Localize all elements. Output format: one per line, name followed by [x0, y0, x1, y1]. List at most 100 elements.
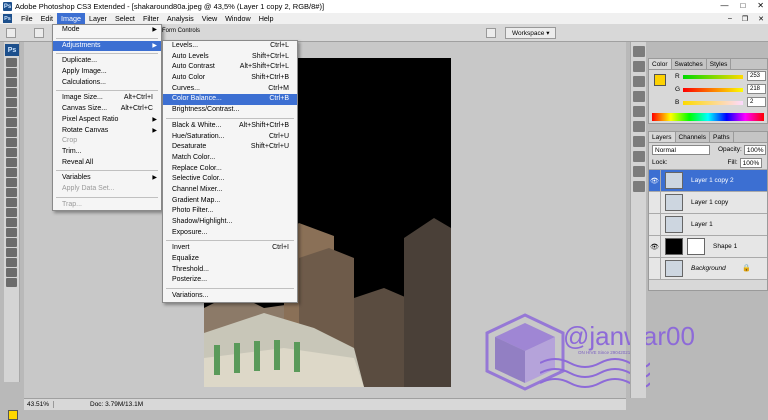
adjustments-item-curves[interactable]: Curves... Ctrl+M — [163, 84, 297, 95]
doc-close-icon[interactable]: ✕ — [758, 15, 764, 23]
menu-analysis[interactable]: Analysis — [163, 13, 198, 24]
adjustments-item-shadow-highlight[interactable]: Shadow/Highlight... — [163, 217, 297, 228]
character-icon[interactable] — [633, 181, 645, 192]
adjustments-item-posterize[interactable]: Posterize... — [163, 275, 297, 286]
bridge-icon[interactable] — [486, 28, 496, 38]
lasso-tool-icon[interactable] — [6, 78, 17, 87]
adjustments-item-desaturate[interactable]: Desaturate Shift+Ctrl+U — [163, 142, 297, 153]
menu-window[interactable]: Window — [221, 13, 255, 24]
red-slider[interactable] — [683, 75, 743, 79]
image-menu-item-duplicate[interactable]: Duplicate... — [53, 56, 161, 67]
clone-source-icon[interactable] — [633, 151, 645, 162]
notes-tool-icon[interactable] — [6, 248, 17, 257]
green-slider[interactable] — [683, 88, 743, 92]
adjustments-item-replace-color[interactable]: Replace Color... — [163, 164, 297, 175]
brush-tool-icon[interactable] — [6, 128, 17, 137]
crop-tool-icon[interactable] — [6, 98, 17, 107]
magic-wand-icon[interactable] — [6, 88, 17, 97]
tab-swatches[interactable]: Swatches — [672, 59, 707, 69]
hand-tool-icon[interactable] — [6, 268, 17, 277]
image-menu-item-variables[interactable]: Variables ▶ — [53, 173, 161, 184]
adjustments-item-photo-filter[interactable]: Photo Filter... — [163, 206, 297, 217]
doc-minimize-icon[interactable]: – — [728, 15, 732, 23]
color-spectrum[interactable] — [652, 113, 764, 121]
eye-icon[interactable] — [649, 191, 661, 214]
fill-field[interactable]: 100% — [739, 157, 763, 168]
foreground-color-swatch[interactable] — [8, 410, 18, 420]
navigator-icon[interactable] — [633, 46, 645, 57]
menu-filter[interactable]: Filter — [139, 13, 163, 24]
minimize-icon[interactable]: — — [720, 1, 728, 10]
menu-edit[interactable]: Edit — [37, 13, 57, 24]
adjustments-item-invert[interactable]: Invert Ctrl+I — [163, 243, 297, 254]
adjustments-item-match-color[interactable]: Match Color... — [163, 153, 297, 164]
history-icon[interactable] — [633, 91, 645, 102]
red-value[interactable]: 253 — [747, 71, 766, 81]
layer-row-shape-1[interactable]: 👁 Shape 1 — [649, 235, 767, 258]
layer-row-layer-1-copy-2[interactable]: 👁 Layer 1 copy 2 — [649, 169, 767, 192]
adjustments-item-auto-levels[interactable]: Auto Levels Shift+Ctrl+L — [163, 52, 297, 63]
shape-tool-icon[interactable] — [6, 228, 17, 237]
menu-view[interactable]: View — [198, 13, 221, 24]
histogram-icon[interactable] — [633, 61, 645, 72]
adjustments-item-auto-contrast[interactable]: Auto Contrast Alt+Shift+Ctrl+L — [163, 62, 297, 73]
menu-select[interactable]: Select — [111, 13, 139, 24]
tool-presets-icon[interactable] — [633, 136, 645, 147]
tab-styles[interactable]: Styles — [707, 59, 732, 69]
image-menu-item-mode[interactable]: Mode ▶ — [53, 25, 161, 36]
tool-preset-icon[interactable] — [6, 28, 16, 38]
blue-value[interactable]: 2 — [747, 97, 766, 107]
gradient-tool-icon[interactable] — [6, 168, 17, 177]
zoom-tool-icon[interactable] — [6, 278, 17, 287]
image-menu-item-canvas-size[interactable]: Canvas Size... Alt+Ctrl+C — [53, 104, 161, 115]
blue-slider[interactable] — [683, 101, 743, 105]
image-menu-item-trim[interactable]: Trim... — [53, 147, 161, 158]
eyedropper-icon[interactable] — [6, 258, 17, 267]
menu-layer[interactable]: Layer — [85, 13, 111, 24]
adjustments-item-levels[interactable]: Levels... Ctrl+L — [163, 41, 297, 52]
tab-color[interactable]: Color — [649, 59, 672, 69]
image-menu-item-image-size[interactable]: Image Size... Alt+Ctrl+I — [53, 93, 161, 104]
menu-file[interactable]: File — [17, 13, 37, 24]
eye-icon[interactable]: 👁 — [649, 235, 661, 258]
3d-tool-icon[interactable] — [6, 238, 17, 247]
zoom-level[interactable]: 43.51% — [24, 401, 54, 408]
stamp-tool-icon[interactable] — [6, 138, 17, 147]
slice-tool-icon[interactable] — [6, 108, 17, 117]
eye-icon[interactable]: 👁 — [649, 169, 661, 192]
tab-channels[interactable]: Channels — [676, 132, 710, 142]
adjustments-item-brightness-contrast[interactable]: Brightness/Contrast... — [163, 105, 297, 116]
adjustments-item-variations[interactable]: Variations... — [163, 291, 297, 302]
tab-layers[interactable]: Layers — [649, 132, 676, 142]
adjustments-item-exposure[interactable]: Exposure... — [163, 228, 297, 239]
actions-icon[interactable] — [633, 106, 645, 117]
adjustments-item-threshold[interactable]: Threshold... — [163, 265, 297, 276]
menu-help[interactable]: Help — [255, 13, 278, 24]
close-icon[interactable]: ✕ — [757, 1, 764, 10]
paragraph-icon[interactable] — [633, 166, 645, 177]
opacity-field[interactable]: 100% — [743, 144, 767, 155]
eye-icon[interactable] — [649, 213, 661, 236]
eraser-tool-icon[interactable] — [6, 158, 17, 167]
healing-brush-icon[interactable] — [6, 118, 17, 127]
layer-row-layer-1[interactable]: Layer 1 — [649, 213, 767, 236]
image-menu-item-rotate-canvas[interactable]: Rotate Canvas ▶ — [53, 126, 161, 137]
green-value[interactable]: 218 — [747, 84, 766, 94]
layer-row-background[interactable]: Background 🔒 — [649, 257, 767, 280]
adjustments-item-color-balance[interactable]: Color Balance... Ctrl+B — [163, 94, 297, 106]
adjustments-item-channel-mixer[interactable]: Channel Mixer... — [163, 185, 297, 196]
marquee-tool-icon[interactable] — [6, 68, 17, 77]
layer-row-layer-1-copy[interactable]: Layer 1 copy — [649, 191, 767, 214]
image-menu-item-apply-image[interactable]: Apply Image... — [53, 67, 161, 78]
history-brush-icon[interactable] — [6, 148, 17, 157]
adjustments-item-selective-color[interactable]: Selective Color... — [163, 174, 297, 185]
type-tool-icon[interactable] — [6, 208, 17, 217]
adjustments-item-auto-color[interactable]: Auto Color Shift+Ctrl+B — [163, 73, 297, 84]
auto-select-checkbox[interactable] — [34, 28, 44, 38]
menu-image[interactable]: Image — [56, 13, 85, 24]
workspace-button[interactable]: Workspace ▾ — [505, 27, 557, 39]
eye-icon[interactable] — [649, 257, 661, 280]
adjustments-item-gradient-map[interactable]: Gradient Map... — [163, 196, 297, 207]
doc-restore-icon[interactable]: ❐ — [742, 15, 748, 23]
pen-tool-icon[interactable] — [6, 198, 17, 207]
